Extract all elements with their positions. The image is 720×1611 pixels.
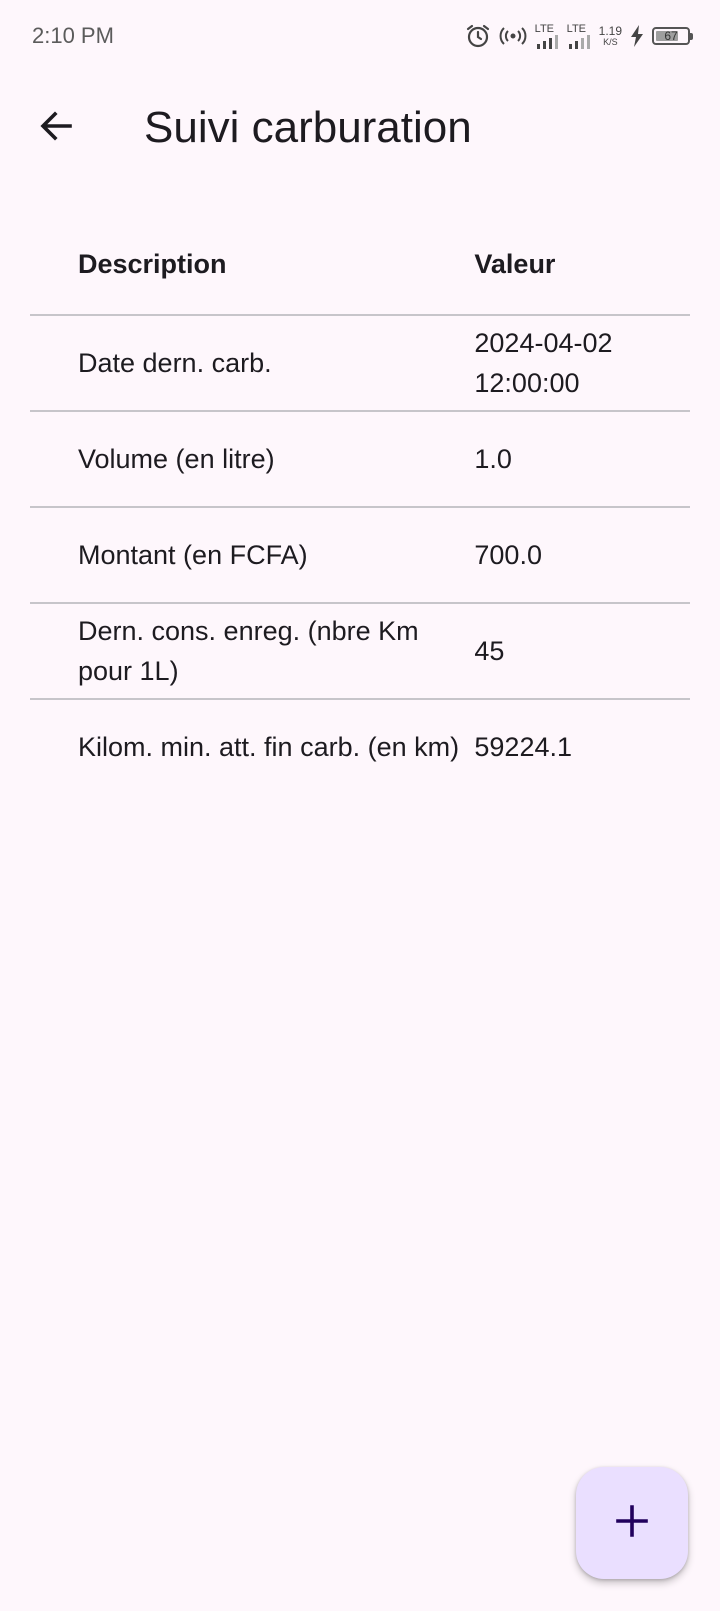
net-speed: 1.19 K/S xyxy=(599,25,622,47)
arrow-back-icon xyxy=(38,108,74,149)
signal-icon: LTE xyxy=(534,22,559,49)
row-description: Date dern. carb. xyxy=(30,315,475,412)
table-row: Montant (en FCFA) 700.0 xyxy=(30,507,690,604)
row-value: 2024-04-02 12:00:00 xyxy=(474,315,690,412)
status-icons: LTE LTE 1.19 K/S 67 xyxy=(465,20,693,52)
add-button[interactable] xyxy=(576,1467,688,1579)
net-speed-value: 1.19 xyxy=(598,24,622,38)
net-speed-unit: K/S xyxy=(603,37,618,47)
status-time: 2:10 PM xyxy=(32,23,114,48)
column-header-value: Valeur xyxy=(474,214,690,316)
table-row: Dern. cons. enreg. (nbre Km pour 1L) 45 xyxy=(30,603,690,700)
battery-icon: 67 xyxy=(652,27,693,45)
charging-icon xyxy=(630,25,644,47)
alarm-icon xyxy=(465,23,491,49)
status-bar: 2:10 PM LTE LTE 1.19 K/S 67 xyxy=(0,0,720,72)
app-bar: Suivi carburation xyxy=(0,72,720,184)
row-description: Volume (en litre) xyxy=(30,411,475,508)
hotspot-icon xyxy=(499,25,527,47)
back-button[interactable] xyxy=(28,100,84,156)
battery-level: 67 xyxy=(664,29,678,43)
row-value: 1.0 xyxy=(474,411,690,508)
add-icon xyxy=(615,1504,649,1543)
row-description: Dern. cons. enreg. (nbre Km pour 1L) xyxy=(30,603,475,700)
row-value: 700.0 xyxy=(474,507,690,604)
page-title: Suivi carburation xyxy=(144,103,472,152)
row-value: 59224.1 xyxy=(474,732,572,762)
table-row: Date dern. carb. 2024-04-02 12:00:00 xyxy=(30,315,690,412)
signal-icon: LTE xyxy=(566,22,591,49)
fuel-data-table: Description Valeur Date dern. carb. 2024… xyxy=(30,214,690,794)
table-row: Volume (en litre) 1.0 xyxy=(30,411,690,508)
row-description: Kilom. min. att. fin carb. (en km) xyxy=(78,732,460,762)
column-header-description: Description xyxy=(30,214,475,316)
sim2-label: LTE xyxy=(566,22,586,35)
row-description: Montant (en FCFA) xyxy=(30,507,475,604)
sim1-label: LTE xyxy=(534,22,554,35)
table-header-row: Description Valeur xyxy=(30,214,690,316)
row-value: 45 xyxy=(474,603,690,700)
table-row: Kilom. min. att. fin carb. (en km) 59224… xyxy=(30,699,690,794)
